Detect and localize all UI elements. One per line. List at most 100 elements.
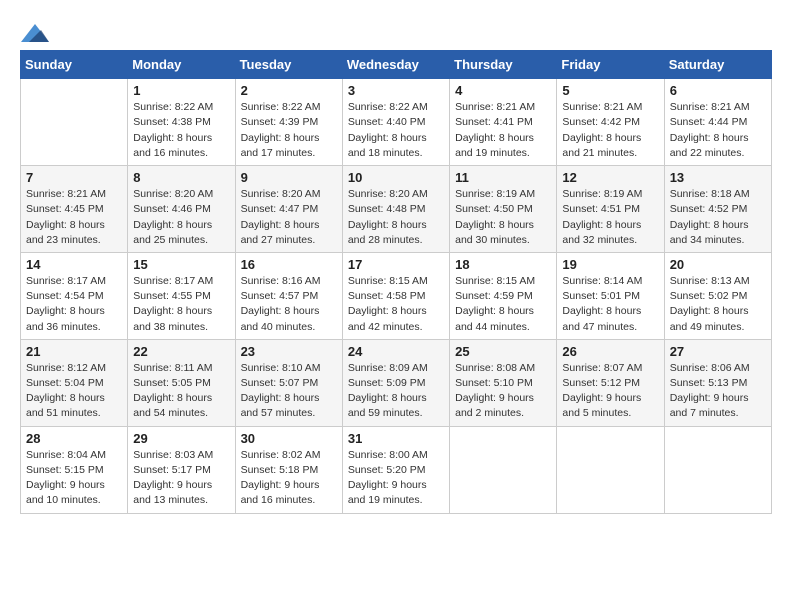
calendar-cell: 24 Sunrise: 8:09 AMSunset: 5:09 PMDayligh…: [342, 339, 449, 426]
day-detail: Sunrise: 8:04 AMSunset: 5:15 PMDaylight:…: [26, 448, 122, 509]
calendar-week-5: 28 Sunrise: 8:04 AMSunset: 5:15 PMDayligh…: [21, 426, 772, 513]
logo-icon: [21, 22, 49, 44]
day-number: 23: [241, 344, 337, 359]
day-number: 10: [348, 170, 444, 185]
day-detail: Sunrise: 8:22 AMSunset: 4:38 PMDaylight:…: [133, 100, 229, 161]
day-number: 11: [455, 170, 551, 185]
day-detail: Sunrise: 8:19 AMSunset: 4:50 PMDaylight:…: [455, 187, 551, 248]
day-number: 22: [133, 344, 229, 359]
day-detail: Sunrise: 8:17 AMSunset: 4:54 PMDaylight:…: [26, 274, 122, 335]
calendar-cell: 14 Sunrise: 8:17 AMSunset: 4:54 PMDayligh…: [21, 252, 128, 339]
calendar-cell: 7 Sunrise: 8:21 AMSunset: 4:45 PMDaylight…: [21, 166, 128, 253]
calendar-cell: [21, 79, 128, 166]
page-header: [20, 20, 772, 40]
day-number: 29: [133, 431, 229, 446]
day-detail: Sunrise: 8:10 AMSunset: 5:07 PMDaylight:…: [241, 361, 337, 422]
header-tuesday: Tuesday: [235, 51, 342, 79]
calendar-cell: 19 Sunrise: 8:14 AMSunset: 5:01 PMDayligh…: [557, 252, 664, 339]
calendar-cell: 11 Sunrise: 8:19 AMSunset: 4:50 PMDayligh…: [450, 166, 557, 253]
calendar-week-3: 14 Sunrise: 8:17 AMSunset: 4:54 PMDayligh…: [21, 252, 772, 339]
header-sunday: Sunday: [21, 51, 128, 79]
header-saturday: Saturday: [664, 51, 771, 79]
header-monday: Monday: [128, 51, 235, 79]
day-detail: Sunrise: 8:20 AMSunset: 4:46 PMDaylight:…: [133, 187, 229, 248]
calendar-cell: [664, 426, 771, 513]
day-detail: Sunrise: 8:21 AMSunset: 4:42 PMDaylight:…: [562, 100, 658, 161]
logo: [20, 20, 49, 40]
calendar-week-2: 7 Sunrise: 8:21 AMSunset: 4:45 PMDaylight…: [21, 166, 772, 253]
day-detail: Sunrise: 8:15 AMSunset: 4:58 PMDaylight:…: [348, 274, 444, 335]
header-friday: Friday: [557, 51, 664, 79]
calendar-cell: 31Sunrise: 8:00 AMSunset: 5:20 PMDayligh…: [342, 426, 449, 513]
day-detail: Sunrise: 8:06 AMSunset: 5:13 PMDaylight:…: [670, 361, 766, 422]
calendar-cell: 23 Sunrise: 8:10 AMSunset: 5:07 PMDayligh…: [235, 339, 342, 426]
day-number: 1: [133, 83, 229, 98]
day-number: 6: [670, 83, 766, 98]
calendar-cell: 25Sunrise: 8:08 AMSunset: 5:10 PMDayligh…: [450, 339, 557, 426]
calendar-week-4: 21 Sunrise: 8:12 AMSunset: 5:04 PMDayligh…: [21, 339, 772, 426]
day-detail: Sunrise: 8:21 AMSunset: 4:41 PMDaylight:…: [455, 100, 551, 161]
header-wednesday: Wednesday: [342, 51, 449, 79]
day-number: 21: [26, 344, 122, 359]
day-number: 19: [562, 257, 658, 272]
day-number: 18: [455, 257, 551, 272]
day-detail: Sunrise: 8:22 AMSunset: 4:39 PMDaylight:…: [241, 100, 337, 161]
calendar-cell: 21 Sunrise: 8:12 AMSunset: 5:04 PMDayligh…: [21, 339, 128, 426]
day-detail: Sunrise: 8:16 AMSunset: 4:57 PMDaylight:…: [241, 274, 337, 335]
calendar-cell: 5 Sunrise: 8:21 AMSunset: 4:42 PMDaylight…: [557, 79, 664, 166]
calendar-cell: 20 Sunrise: 8:13 AMSunset: 5:02 PMDayligh…: [664, 252, 771, 339]
day-number: 17: [348, 257, 444, 272]
calendar-cell: 12 Sunrise: 8:19 AMSunset: 4:51 PMDayligh…: [557, 166, 664, 253]
day-detail: Sunrise: 8:00 AMSunset: 5:20 PMDaylight:…: [348, 448, 444, 509]
logo-text: [20, 20, 49, 44]
calendar-cell: 29 Sunrise: 8:03 AMSunset: 5:17 PMDayligh…: [128, 426, 235, 513]
day-detail: Sunrise: 8:21 AMSunset: 4:45 PMDaylight:…: [26, 187, 122, 248]
day-number: 20: [670, 257, 766, 272]
calendar-cell: 3Sunrise: 8:22 AMSunset: 4:40 PMDaylight…: [342, 79, 449, 166]
day-number: 4: [455, 83, 551, 98]
day-detail: Sunrise: 8:21 AMSunset: 4:44 PMDaylight:…: [670, 100, 766, 161]
day-detail: Sunrise: 8:19 AMSunset: 4:51 PMDaylight:…: [562, 187, 658, 248]
day-detail: Sunrise: 8:07 AMSunset: 5:12 PMDaylight:…: [562, 361, 658, 422]
calendar-cell: 27 Sunrise: 8:06 AMSunset: 5:13 PMDayligh…: [664, 339, 771, 426]
header-thursday: Thursday: [450, 51, 557, 79]
calendar-cell: 4 Sunrise: 8:21 AMSunset: 4:41 PMDaylight…: [450, 79, 557, 166]
day-number: 5: [562, 83, 658, 98]
day-detail: Sunrise: 8:09 AMSunset: 5:09 PMDaylight:…: [348, 361, 444, 422]
day-number: 15: [133, 257, 229, 272]
day-detail: Sunrise: 8:02 AMSunset: 5:18 PMDaylight:…: [241, 448, 337, 509]
calendar-cell: 30Sunrise: 8:02 AMSunset: 5:18 PMDayligh…: [235, 426, 342, 513]
day-number: 16: [241, 257, 337, 272]
day-number: 7: [26, 170, 122, 185]
calendar-cell: 13 Sunrise: 8:18 AMSunset: 4:52 PMDayligh…: [664, 166, 771, 253]
day-detail: Sunrise: 8:13 AMSunset: 5:02 PMDaylight:…: [670, 274, 766, 335]
day-detail: Sunrise: 8:14 AMSunset: 5:01 PMDaylight:…: [562, 274, 658, 335]
day-detail: Sunrise: 8:22 AMSunset: 4:40 PMDaylight:…: [348, 100, 444, 161]
calendar-cell: 6 Sunrise: 8:21 AMSunset: 4:44 PMDaylight…: [664, 79, 771, 166]
day-detail: Sunrise: 8:03 AMSunset: 5:17 PMDaylight:…: [133, 448, 229, 509]
day-detail: Sunrise: 8:12 AMSunset: 5:04 PMDaylight:…: [26, 361, 122, 422]
calendar-cell: 1 Sunrise: 8:22 AMSunset: 4:38 PMDaylight…: [128, 79, 235, 166]
day-number: 28: [26, 431, 122, 446]
day-detail: Sunrise: 8:17 AMSunset: 4:55 PMDaylight:…: [133, 274, 229, 335]
day-detail: Sunrise: 8:11 AMSunset: 5:05 PMDaylight:…: [133, 361, 229, 422]
day-number: 9: [241, 170, 337, 185]
day-detail: Sunrise: 8:18 AMSunset: 4:52 PMDaylight:…: [670, 187, 766, 248]
day-number: 8: [133, 170, 229, 185]
day-number: 26: [562, 344, 658, 359]
day-number: 13: [670, 170, 766, 185]
day-number: 24: [348, 344, 444, 359]
day-number: 2: [241, 83, 337, 98]
calendar-cell: 26 Sunrise: 8:07 AMSunset: 5:12 PMDayligh…: [557, 339, 664, 426]
calendar-cell: 2 Sunrise: 8:22 AMSunset: 4:39 PMDaylight…: [235, 79, 342, 166]
calendar-cell: 9Sunrise: 8:20 AMSunset: 4:47 PMDaylight…: [235, 166, 342, 253]
day-detail: Sunrise: 8:15 AMSunset: 4:59 PMDaylight:…: [455, 274, 551, 335]
calendar-cell: 10Sunrise: 8:20 AMSunset: 4:48 PMDayligh…: [342, 166, 449, 253]
day-number: 12: [562, 170, 658, 185]
calendar-header-row: SundayMondayTuesdayWednesdayThursdayFrid…: [21, 51, 772, 79]
calendar-cell: [450, 426, 557, 513]
calendar-cell: [557, 426, 664, 513]
day-number: 14: [26, 257, 122, 272]
day-number: 27: [670, 344, 766, 359]
calendar-cell: 28 Sunrise: 8:04 AMSunset: 5:15 PMDayligh…: [21, 426, 128, 513]
